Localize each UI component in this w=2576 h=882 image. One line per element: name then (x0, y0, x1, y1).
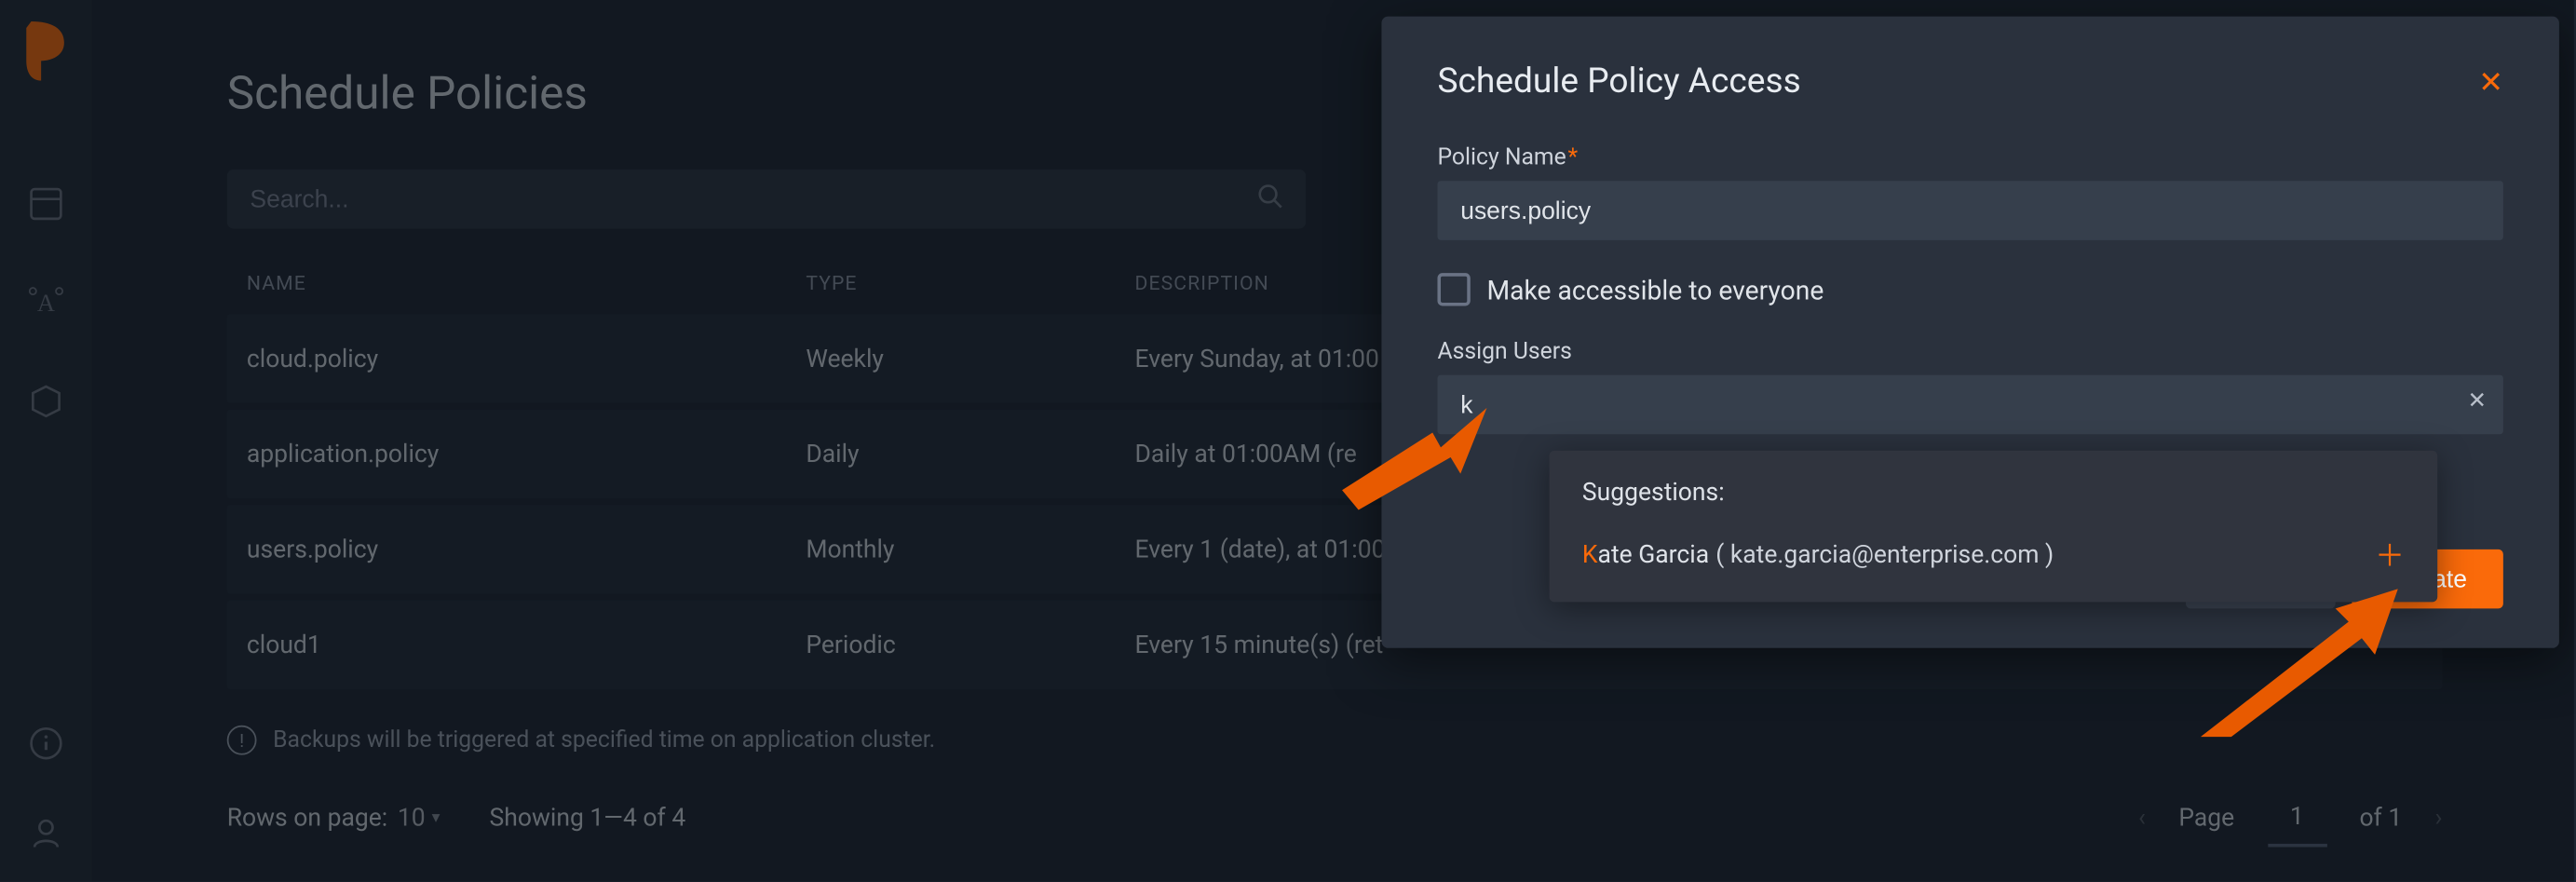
make-accessible-row[interactable]: Make accessible to everyone (1437, 273, 2502, 305)
close-icon[interactable]: ✕ (2478, 65, 2503, 100)
suggestion-name: ate Garcia (1598, 539, 1710, 569)
make-accessible-label: Make accessible to everyone (1486, 274, 1824, 305)
suggestion-email: ( kate.garcia@enterprise.com ) (1715, 539, 2054, 569)
add-user-icon[interactable]: ＋ (2375, 533, 2405, 576)
modal-title: Schedule Policy Access (1437, 62, 1800, 102)
annotation-arrow-2 (2201, 589, 2398, 737)
policy-name-input[interactable] (1437, 181, 2502, 240)
suggestions-label: Suggestions: (1582, 477, 2405, 507)
assign-users-input[interactable] (1437, 375, 2502, 435)
policy-name-label: Policy Name* (1437, 144, 2502, 170)
suggestion-item[interactable]: Kate Garcia ( kate.garcia@enterprise.com… (1582, 533, 2405, 576)
suggestions-dropdown: Suggestions: Kate Garcia ( kate.garcia@e… (1550, 451, 2438, 602)
assign-users-label: Assign Users (1437, 339, 2502, 365)
make-accessible-checkbox[interactable] (1437, 273, 1470, 305)
clear-input-icon[interactable]: ✕ (2467, 388, 2487, 414)
annotation-arrow-1 (1342, 408, 1490, 523)
schedule-policy-access-modal: Schedule Policy Access ✕ Policy Name* Ma… (1381, 17, 2558, 648)
suggestion-highlight: K (1582, 539, 1598, 569)
